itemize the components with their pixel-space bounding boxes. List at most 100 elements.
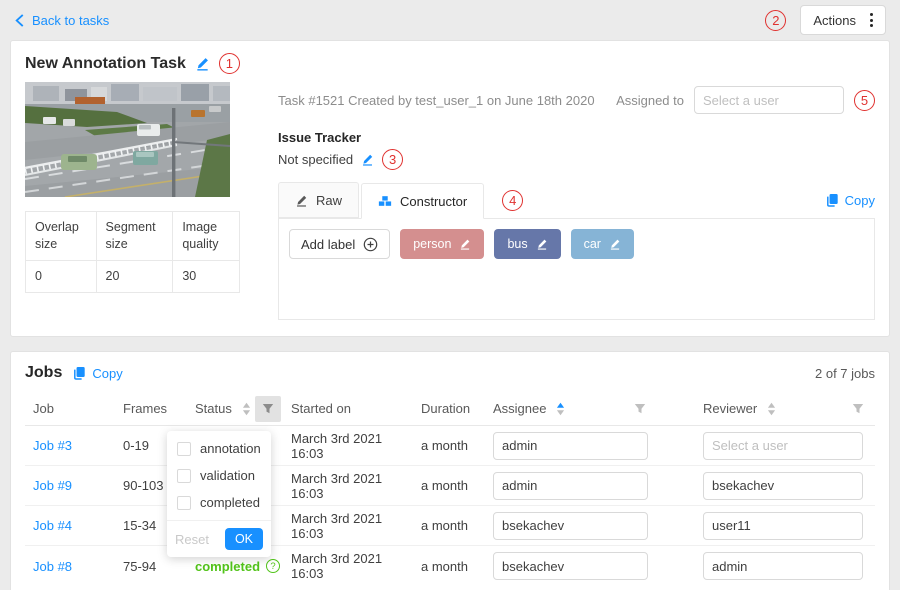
caret-up-icon [767,402,776,409]
job-duration: a month [413,518,485,533]
job-link[interactable]: Job #9 [33,478,72,493]
task-parameters-table: Overlap size Segment size Image quality … [25,211,240,293]
block-icon [378,194,392,208]
tab-constructor-label: Constructor [400,194,467,209]
job-assignee-select[interactable] [493,512,648,540]
job-reviewer-select[interactable] [703,432,863,460]
job-row: Job #4 15-34 March 3rd 2021 16:03 a mont… [25,506,875,546]
job-link[interactable]: Job #3 [33,438,72,453]
task-assignee-select[interactable] [694,86,844,114]
filter-option-completed[interactable]: completed [167,489,271,516]
job-reviewer-select[interactable] [703,472,863,500]
callout-3: 3 [382,149,403,170]
jobs-title: Jobs [25,364,62,382]
params-header-row: Overlap size Segment size Image quality [26,212,240,261]
task-title-row: New Annotation Task 1 [25,53,875,74]
job-reviewer-select[interactable] [703,552,863,580]
labels-copy-button[interactable]: Copy [825,193,875,208]
edit-icon[interactable] [459,238,471,250]
job-row: Job #9 90-103 March 3rd 2021 16:03 a mon… [25,466,875,506]
checkbox-unchecked[interactable] [177,442,191,456]
column-assignee-label: Assignee [493,401,546,416]
job-assignee-select[interactable] [493,552,648,580]
label-chip-person-name: person [413,237,451,251]
column-assignee[interactable]: Assignee [485,396,695,422]
question-circle-icon[interactable]: ? [266,559,280,573]
top-bar: Back to tasks 2 Actions [0,0,900,40]
task-details-card: New Annotation Task 1 [10,40,890,337]
label-chip-car-name: car [584,237,601,251]
column-reviewer[interactable]: Reviewer [695,396,875,422]
filter-option-validation[interactable]: validation [167,462,271,489]
filter-funnel-icon [852,403,864,415]
add-label-button[interactable]: Add label [289,229,390,259]
reviewer-filter-icon[interactable] [845,396,871,422]
column-started-on[interactable]: Started on [283,401,413,416]
jobs-table-header-row: Job Frames Status Started on Duration [25,392,875,426]
job-started-on: March 3rd 2021 16:03 [283,511,413,541]
edit-icon[interactable] [536,238,548,250]
job-duration: a month [413,559,485,574]
sort-icons-ascending[interactable] [556,402,565,416]
filter-ok-button[interactable]: OK [225,528,263,550]
filter-option-annotation[interactable]: annotation [167,435,271,462]
job-link[interactable]: Job #8 [33,559,72,574]
edit-task-name-button[interactable] [195,56,210,71]
status-filter-cell [253,396,283,422]
task-details-page: Back to tasks 2 Actions New Annotation T… [0,0,900,590]
job-reviewer-select[interactable] [703,512,863,540]
assignee-filter-icon[interactable] [627,396,653,422]
params-value-row: 0 20 30 [26,260,240,292]
topbar-right: 2 Actions [765,5,886,35]
issue-tracker-value-row: Not specified 3 [278,149,875,170]
tab-constructor[interactable]: Constructor [361,183,484,219]
task-body: Overlap size Segment size Image quality … [25,82,875,320]
param-header-quality: Image quality [173,212,240,261]
caret-down-icon [767,409,776,416]
label-chip-person[interactable]: person [400,229,484,259]
checkbox-unchecked[interactable] [177,496,191,510]
filter-option-label: completed [200,495,260,510]
edit-icon [361,153,374,166]
checkbox-unchecked[interactable] [177,469,191,483]
jobs-header: Jobs Copy 2 of 7 jobs [25,364,875,382]
more-vertical-icon[interactable] [870,13,873,27]
chevron-left-icon [14,14,25,27]
edit-icon[interactable] [609,238,621,250]
assigned-to-group: Assigned to 5 [616,86,875,114]
tab-raw[interactable]: Raw [278,182,359,218]
job-started-on: March 3rd 2021 16:03 [283,471,413,501]
job-duration: a month [413,438,485,453]
column-frames[interactable]: Frames [115,401,187,416]
actions-button[interactable]: Actions [800,5,886,35]
filter-option-label: validation [200,468,255,483]
filter-funnel-icon [634,403,646,415]
label-chip-car[interactable]: car [571,229,634,259]
edit-issue-tracker-button[interactable] [361,153,374,166]
label-chip-bus[interactable]: bus [494,229,560,259]
task-meta-row: Task #1521 Created by test_user_1 on Jun… [278,86,875,114]
column-job[interactable]: Job [25,401,115,416]
edit-icon [295,194,308,207]
jobs-copy-button[interactable]: Copy [72,366,122,381]
sort-icons[interactable] [767,402,776,416]
back-to-tasks-link[interactable]: Back to tasks [14,13,109,28]
sort-icons[interactable] [242,402,251,416]
column-duration[interactable]: Duration [413,401,485,416]
param-header-segment: Segment size [96,212,173,261]
job-link[interactable]: Job #4 [33,518,72,533]
job-row: Job #3 0-19 March 3rd 2021 16:03 a month [25,426,875,466]
issue-tracker-value: Not specified [278,152,353,167]
task-preview-image [25,82,230,197]
add-label-label: Add label [301,237,355,252]
caret-down-icon [556,409,565,416]
job-assignee-select[interactable] [493,472,648,500]
filter-reset-button[interactable]: Reset [175,532,209,547]
filter-option-label: annotation [200,441,261,456]
actions-button-label: Actions [813,13,856,28]
job-assignee-select[interactable] [493,432,648,460]
plus-circle-icon [363,237,378,252]
column-status[interactable]: Status [187,401,253,416]
status-filter-icon[interactable] [255,396,281,422]
copy-icon [825,193,839,207]
